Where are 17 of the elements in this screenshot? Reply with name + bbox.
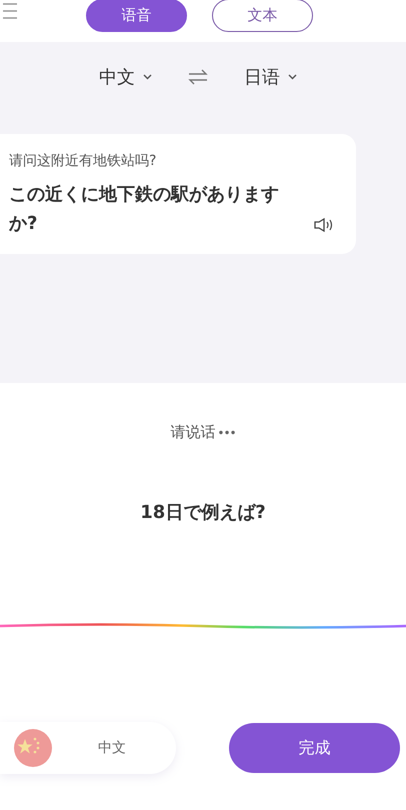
speak-prompt: 请说话 bbox=[170, 423, 216, 442]
language-selector[interactable]: 中文 bbox=[99, 65, 152, 89]
language-button[interactable]: 中文 bbox=[0, 722, 176, 774]
done-button[interactable]: 完成 bbox=[229, 723, 400, 773]
speaker-icon[interactable] bbox=[314, 218, 334, 232]
chevron-icon bbox=[288, 74, 297, 80]
flag-icon bbox=[14, 729, 52, 767]
source-text: 请问这附近有地铁站吗? bbox=[9, 152, 156, 170]
recognized-text: 18日で例えば? bbox=[140, 501, 266, 524]
swap-icon[interactable] bbox=[188, 69, 208, 85]
mode-tab[interactable]: 文本 bbox=[212, 0, 313, 32]
mode-tab[interactable]: 语音 bbox=[86, 0, 187, 32]
menu-icon[interactable] bbox=[2, 2, 18, 20]
translation-text: この近くに地下鉄の駅がありますか? bbox=[9, 183, 280, 236]
listening-dots: ••• bbox=[217, 426, 236, 440]
language-selector[interactable]: 日语 bbox=[244, 65, 297, 89]
chevron-icon bbox=[143, 74, 152, 80]
